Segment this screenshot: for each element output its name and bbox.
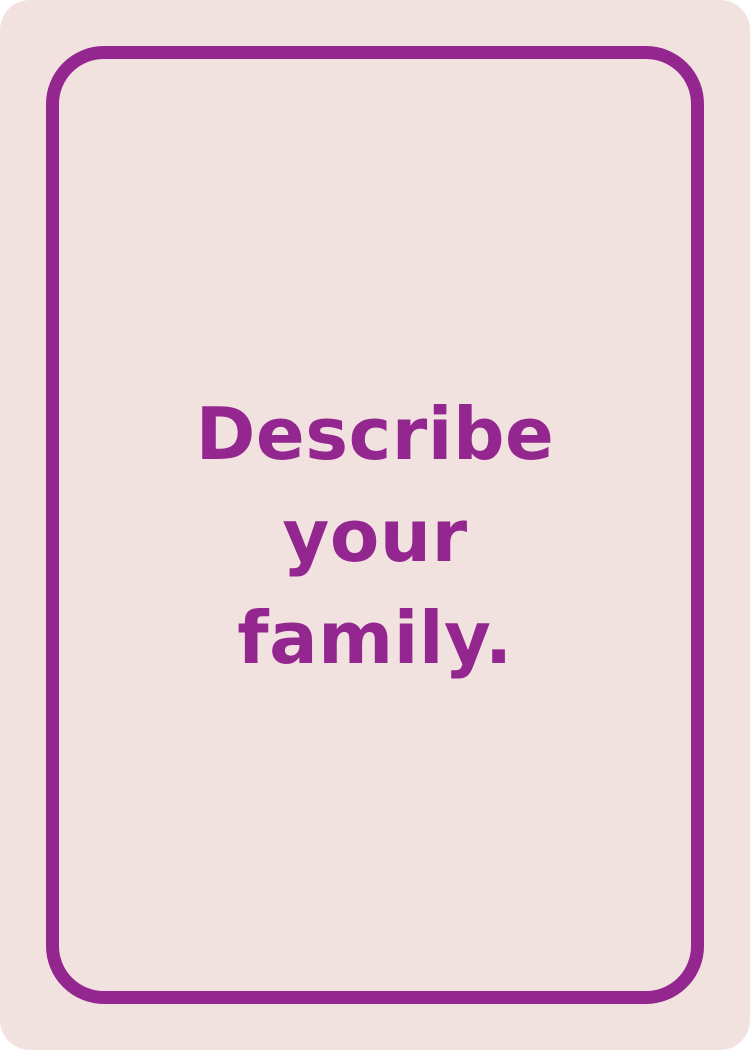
prompt-line-2: your bbox=[282, 494, 468, 578]
prompt-line-3: family. bbox=[237, 596, 513, 680]
question-card: Describe your family. bbox=[0, 0, 750, 1050]
prompt-line-1: Describe bbox=[195, 392, 555, 476]
card-prompt: Describe your family. bbox=[60, 383, 690, 689]
